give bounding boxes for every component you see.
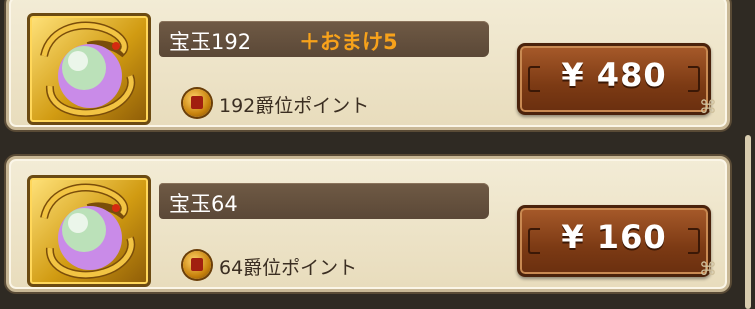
rank-coin-icon xyxy=(183,89,211,117)
corner-knot-icon: ⌘ xyxy=(699,97,717,118)
item-bonus: ＋おまけ5 xyxy=(299,30,398,54)
button-corner-right xyxy=(688,66,700,92)
item-name-bar: 宝玉192 ＋おまけ5 xyxy=(159,21,489,57)
price-label: ¥ 160 xyxy=(561,218,667,256)
item-name-bar: 宝玉64 xyxy=(159,183,489,219)
shop-item-row[interactable]: 宝玉192 ＋おまけ5 192爵位ポイント ¥ 480 ⌘ xyxy=(6,0,730,130)
item-points-text: 192爵位ポイント xyxy=(219,95,370,117)
shop-item-list: 宝玉192 ＋おまけ5 192爵位ポイント ¥ 480 ⌘ 宝玉64 64爵位ポ… xyxy=(0,0,755,309)
item-name: 宝玉64 xyxy=(169,192,238,216)
corner-knot-icon: ⌘ xyxy=(699,259,717,280)
item-name: 宝玉192 xyxy=(169,30,252,54)
dragon-orb-icon xyxy=(27,13,151,125)
item-points-text: 64爵位ポイント xyxy=(219,257,358,279)
buy-button[interactable]: ¥ 160 xyxy=(517,205,711,277)
dragon-orb-icon xyxy=(27,175,151,287)
shop-item-row[interactable]: 宝玉64 64爵位ポイント ¥ 160 ⌘ xyxy=(6,156,730,292)
button-corner-right xyxy=(688,228,700,254)
price-label: ¥ 480 xyxy=(561,56,667,94)
scrollbar[interactable] xyxy=(740,0,755,309)
scrollbar-thumb[interactable] xyxy=(745,135,751,309)
buy-button[interactable]: ¥ 480 xyxy=(517,43,711,115)
rank-coin-icon xyxy=(183,251,211,279)
